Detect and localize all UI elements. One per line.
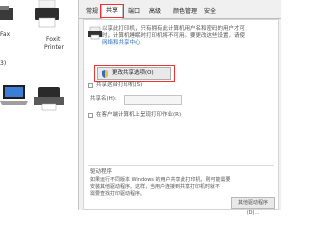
- render-jobs-label: 在客户端计算机上呈现打印作业(R): [96, 112, 182, 118]
- device-label-printer: Printer: [44, 44, 64, 51]
- drivers-line2: 安装其他驱动程序。这样，当用户连接到共享打印机时就不: [90, 184, 221, 190]
- tab-color-management[interactable]: 颜色管理: [171, 6, 199, 18]
- sharing-panel: 以享此打印机，只有拥有此计算机用户名和密码的用户才可 时，计算机睡眠时打印机将不…: [83, 19, 279, 216]
- drivers-group-divider: [88, 165, 274, 166]
- additional-drivers-button[interactable]: 其他驱动程序(D)...: [231, 197, 275, 216]
- drivers-line3: 需要查找打印驱动程序。: [90, 191, 146, 197]
- share-printer-checkbox[interactable]: [88, 83, 93, 88]
- change-sharing-options-label: 更改共享选项(O): [112, 70, 154, 76]
- shield-icon: [102, 70, 108, 78]
- tab-bar: 常规 共享 端口 高级 颜色管理 安全: [79, 0, 281, 19]
- change-sharing-options-button[interactable]: 更改共享选项(O): [97, 67, 171, 80]
- tab-ports[interactable]: 端口: [127, 6, 141, 18]
- drivers-title: 驱动程序: [90, 169, 113, 175]
- printer-properties-dialog: 常规 共享 端口 高级 颜色管理 安全 以享此打印机，只有拥有此计算机用户名和密…: [78, 0, 281, 216]
- share-name-label: 共享名(H):: [90, 96, 117, 102]
- drivers-line1: 如果运行不同版本 Windows 的用户共享此打印机，则可能需要: [90, 177, 231, 183]
- laptop-icon[interactable]: [0, 85, 30, 111]
- share-intro-line1: 以享此打印机，只有拥有此计算机用户名和密码的用户才可: [102, 26, 246, 32]
- network-sharing-center-link[interactable]: 网络和共享中心: [102, 40, 141, 47]
- tab-sharing-highlight: [100, 4, 124, 18]
- tab-general[interactable]: 常规: [85, 6, 99, 18]
- tab-security[interactable]: 安全: [203, 6, 217, 18]
- render-jobs-checkbox[interactable]: [88, 113, 93, 118]
- devices-pane: Fax Foxit Printer 3): [0, 0, 78, 210]
- share-name-input[interactable]: [124, 95, 182, 105]
- device-label-foxit: Foxit: [46, 36, 61, 43]
- printer-icon[interactable]: [33, 0, 61, 30]
- fax-icon[interactable]: [0, 4, 16, 24]
- share-intro-line2: 时，计算机睡眠时打印机将不可用。要更改这些设置，请使: [102, 33, 246, 39]
- printer-icon[interactable]: [34, 85, 66, 113]
- device-label-fax: Fax: [0, 31, 11, 38]
- tab-advanced[interactable]: 高级: [148, 6, 162, 18]
- section-count: 3): [0, 60, 7, 67]
- share-printer-label: 共享这台打印机(S): [96, 82, 143, 88]
